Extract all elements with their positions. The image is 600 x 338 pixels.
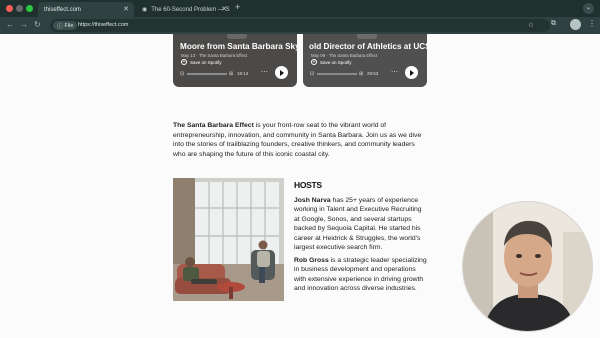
episode-artwork xyxy=(357,34,377,39)
tab-thiseffect[interactable]: thiseffect.com ✕ xyxy=(38,2,134,17)
play-button[interactable] xyxy=(405,66,418,79)
episode-duration: 29:53 xyxy=(367,71,379,76)
reload-icon[interactable]: ↻ xyxy=(34,20,41,29)
more-options-icon[interactable]: ⋯ xyxy=(261,68,268,76)
forward-arrow-icon[interactable]: → xyxy=(20,20,28,29)
tab-60-second-problem[interactable]: ◉ The 60-Second Problem — S ✕ xyxy=(136,2,232,17)
brand-name: The Santa Barbara Effect xyxy=(173,122,254,129)
webcam-overlay[interactable] xyxy=(462,201,593,332)
url-text[interactable]: https://thiseffect.com xyxy=(78,22,128,28)
tab-title: The 60-Second Problem — S xyxy=(151,6,230,13)
skip-icon[interactable]: ⊞ xyxy=(229,71,233,77)
preview-icon[interactable]: ⊡ xyxy=(180,71,184,77)
preview-icon[interactable]: ⊡ xyxy=(310,71,314,77)
tab-bar: thiseffect.com ✕ ◉ The 60-Second Problem… xyxy=(0,0,600,17)
save-on-spotify-button[interactable]: + Save on Spotify xyxy=(181,59,222,65)
episode-duration: 19:14 xyxy=(237,71,249,76)
info-icon: ⓘ xyxy=(57,23,63,30)
episode-artwork xyxy=(227,34,247,39)
back-arrow-icon[interactable]: ← xyxy=(6,20,14,29)
intro-paragraph: The Santa Barbara Effect is your front-r… xyxy=(173,121,428,159)
maximize-window-button[interactable] xyxy=(26,5,33,12)
episode-subtitle: May 13 · The Santa Barbara Effect xyxy=(181,53,248,58)
close-tab-icon[interactable]: ✕ xyxy=(221,5,227,13)
skip-icon[interactable]: ⊞ xyxy=(359,71,363,77)
host-bio-josh: Josh Narva has 25+ years of experience w… xyxy=(294,196,428,252)
presenter-video xyxy=(463,202,592,331)
episode-title: old Director of Athletics at UCSB xyxy=(309,42,427,51)
address-bar[interactable]: ⓘ File https://thiseffect.com ☆ xyxy=(50,19,550,32)
new-tab-button[interactable]: + xyxy=(235,2,240,12)
close-window-button[interactable] xyxy=(6,5,13,12)
extensions-icon[interactable]: ⧉ xyxy=(551,20,556,28)
browser-toolbar: ← → ↻ ⓘ File https://thiseffect.com ☆ ⧉ … xyxy=(0,17,600,34)
hosts-heading: HOSTS xyxy=(294,180,322,190)
host-bio-text: has 25+ years of experience working in T… xyxy=(294,197,422,252)
progress-bar[interactable] xyxy=(187,73,227,75)
minimize-window-button[interactable] xyxy=(16,5,23,12)
plus-circle-icon: + xyxy=(181,59,187,65)
browser-menu-icon[interactable]: ⋮ xyxy=(588,19,596,28)
host-bio-rob: Rob Gross is a strategic leader speciali… xyxy=(294,256,428,294)
host-name: Rob Gross xyxy=(294,257,329,264)
play-button[interactable] xyxy=(275,66,288,79)
plus-circle-icon: + xyxy=(311,59,317,65)
save-on-spotify-button[interactable]: + Save on Spotify xyxy=(311,59,352,65)
profile-avatar[interactable] xyxy=(570,19,581,30)
tab-title: thiseffect.com xyxy=(44,6,81,13)
episode-subtitle: May 09 · The Santa Barbara Effect xyxy=(311,53,378,58)
episode-card[interactable]: old Director of Athletics at UCSB May 09… xyxy=(303,34,427,87)
close-tab-icon[interactable]: ✕ xyxy=(123,5,129,13)
hosts-photo xyxy=(173,178,284,301)
site-info-chip[interactable]: ⓘ File xyxy=(53,21,78,30)
host-name: Josh Narva xyxy=(294,197,331,204)
episode-card[interactable]: Moore from Santa Barbara Sky May 13 · Th… xyxy=(173,34,297,87)
hosts-photo-illustration xyxy=(173,178,284,301)
tab-search-button[interactable]: ⌄ xyxy=(583,3,594,14)
episode-title: Moore from Santa Barbara Sky xyxy=(180,42,297,51)
bookmark-star-icon[interactable]: ☆ xyxy=(528,21,534,29)
globe-icon: ◉ xyxy=(142,7,148,13)
more-options-icon[interactable]: ⋯ xyxy=(391,68,398,76)
progress-bar[interactable] xyxy=(317,73,357,75)
